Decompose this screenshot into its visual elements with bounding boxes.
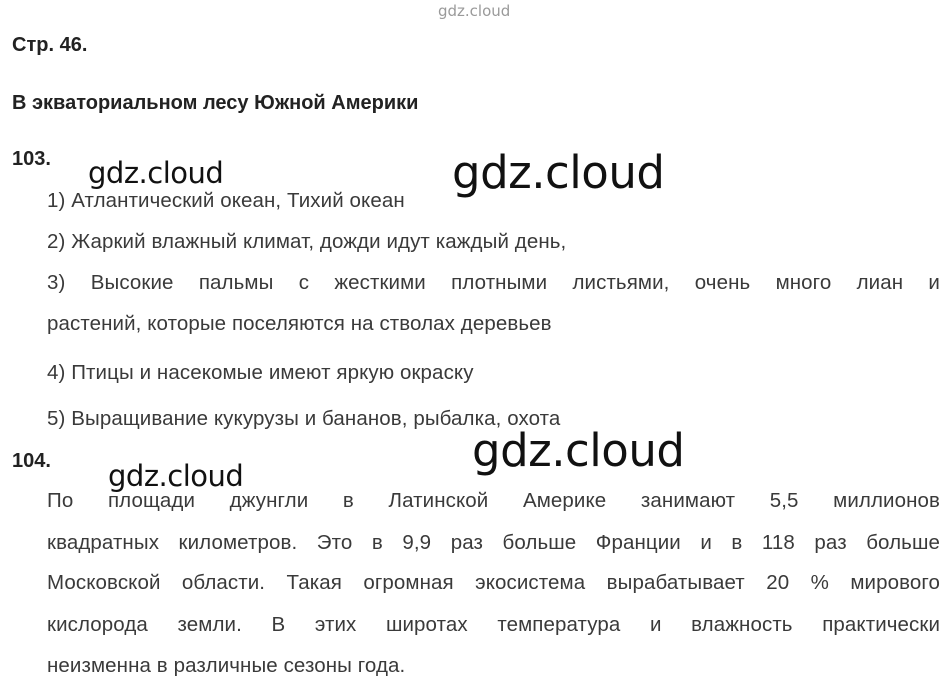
section-title: В экваториальном лесу Южной Америки xyxy=(12,92,419,114)
page-label: Стр. 46. xyxy=(12,34,88,56)
watermark-top: gdz.cloud xyxy=(438,2,511,20)
task-104-line-3: Московской области. Такая огромная экоси… xyxy=(47,571,940,594)
watermark-large-1: gdz.cloud xyxy=(452,146,665,199)
task-104-number: 104. xyxy=(12,450,51,472)
task-103-number: 103. xyxy=(12,148,51,170)
task-104-line-4: кислорода земли. В этих широтах температ… xyxy=(47,613,940,636)
task-103-line-3: 3) Высокие пальмы с жесткими плотными ли… xyxy=(47,271,940,294)
task-103-line-5: 4) Птицы и насекомые имеют яркую окраску xyxy=(47,361,474,384)
task-104-line-1: По площади джунгли в Латинской Америке з… xyxy=(47,489,940,512)
task-104-line-5: неизменна в различные сезоны года. xyxy=(47,654,406,677)
task-104-line-2: квадратных километров. Это в 9,9 раз бол… xyxy=(47,531,940,554)
task-103-line-1: 1) Атлантический океан, Тихий океан xyxy=(47,189,405,212)
task-103-line-2: 2) Жаркий влажный климат, дожди идут каж… xyxy=(47,230,567,253)
task-103-line-4: растений, которые поселяются на стволах … xyxy=(47,312,552,335)
watermark-large-2: gdz.cloud xyxy=(472,424,685,477)
watermark-small-2: gdz.cloud xyxy=(108,459,244,493)
watermark-small-1: gdz.cloud xyxy=(88,156,224,190)
